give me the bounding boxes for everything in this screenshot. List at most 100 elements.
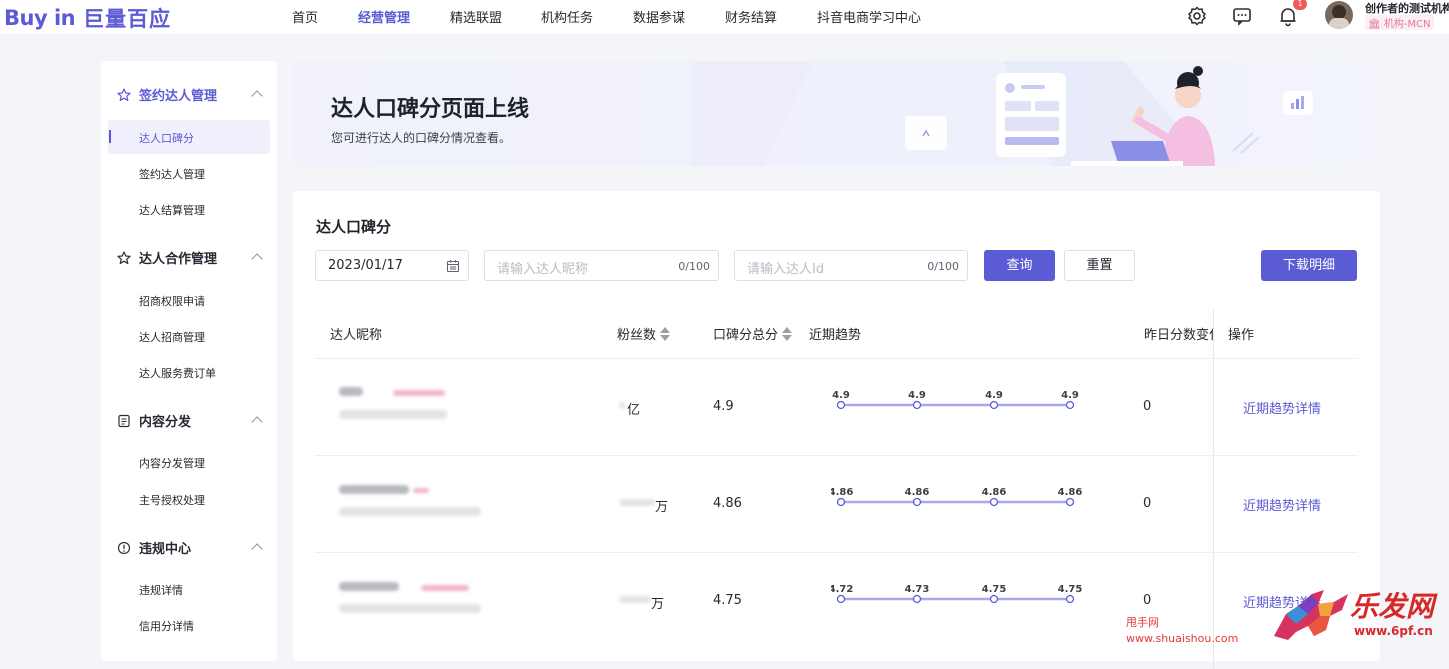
download-button[interactable]: 下载明细 <box>1261 250 1357 281</box>
sort-icon[interactable] <box>782 326 793 341</box>
sidebar-item-permission[interactable]: 招商权限申请 <box>139 293 205 309</box>
fixed-column-divider <box>1213 309 1214 669</box>
trend-sparkline: 4.86 4.86 4.86 4.86 <box>831 488 1083 507</box>
sidebar-group-violation[interactable]: 违规中心 <box>117 538 191 557</box>
blurred-nickname <box>413 488 429 493</box>
banner-illustration <box>693 61 1313 166</box>
nav-item-finance[interactable]: 财务结算 <box>725 7 777 26</box>
blurred-nickname <box>339 582 399 591</box>
panel-title: 达人口碑分 <box>316 218 392 236</box>
trend-sparkline: 4.72 4.73 4.75 4.75 <box>831 585 1082 604</box>
nav-item-tasks[interactable]: 机构任务 <box>541 7 593 26</box>
sidebar-group-label: 签约达人管理 <box>139 89 218 104</box>
column-header-action: 操作 <box>1228 324 1254 343</box>
nav-item-alliance[interactable]: 精选联盟 <box>450 7 502 26</box>
nickname-placeholder: 请输入达人昵称 <box>497 262 589 277</box>
fans-unit: 万 <box>655 500 669 515</box>
message-icon[interactable] <box>1231 5 1253 27</box>
banner-subtitle: 您可进行达人的口碑分情况查看。 <box>331 131 512 145</box>
star-icon <box>117 87 131 101</box>
trend-point-label: 4.9 <box>832 391 850 401</box>
trend-point <box>836 594 846 604</box>
trend-sparkline: 4.9 4.9 4.9 4.9 <box>832 391 1079 410</box>
trend-point-label: 4.73 <box>905 585 930 595</box>
column-label: 达人昵称 <box>330 328 383 343</box>
user-role-badge: 🏛 机构-MCN <box>1365 15 1434 30</box>
sidebar-item-credit-detail[interactable]: 信用分详情 <box>139 618 194 634</box>
sidebar-group-content[interactable]: 内容分发 <box>117 411 191 430</box>
sidebar-item-reputation[interactable]: 达人口碑分 <box>139 130 194 146</box>
sidebar-item-service-orders[interactable]: 达人服务费订单 <box>139 365 216 381</box>
column-header-score[interactable]: 口碑分总分 <box>713 324 793 343</box>
nav-item-business[interactable]: 经营管理 <box>358 7 410 26</box>
trend-detail-link[interactable]: 近期趋势详情 <box>1243 398 1321 417</box>
sidebar-group-cooperation[interactable]: 达人合作管理 <box>117 248 217 267</box>
column-header-fans[interactable]: 粉丝数 <box>617 324 671 343</box>
trend-point-label: 4.86 <box>982 488 1007 498</box>
blurred-fans <box>619 402 625 409</box>
calendar-icon[interactable] <box>446 259 460 273</box>
chevron-up-icon[interactable] <box>251 90 263 102</box>
brand-logo[interactable]: Buy in 巨量百应 <box>4 3 171 33</box>
date-picker[interactable]: 2023/01/17 <box>315 250 469 281</box>
notification-badge: 1 <box>1293 0 1307 10</box>
blurred-nickname <box>339 387 363 396</box>
chevron-up-icon[interactable] <box>251 253 263 265</box>
blurred-nickname <box>393 390 445 396</box>
star-outline-icon <box>117 250 131 264</box>
trend-point <box>1065 497 1075 507</box>
score-change: 0 <box>1143 496 1152 511</box>
sidebar-group-label: 违规中心 <box>139 542 192 557</box>
trend-point <box>1065 400 1075 410</box>
sidebar-group-label: 达人合作管理 <box>139 252 218 267</box>
trend-point <box>989 594 999 604</box>
trend-point-label: 4.9 <box>908 391 926 401</box>
row-divider <box>315 552 1358 553</box>
nav-item-learning[interactable]: 抖音电商学习中心 <box>817 7 921 26</box>
logo-text-en: Buy in <box>4 6 76 30</box>
avatar[interactable] <box>1325 1 1353 29</box>
sort-icon[interactable] <box>660 326 671 341</box>
score-change: 0 <box>1143 593 1152 608</box>
sidebar-item-settlement[interactable]: 达人结算管理 <box>139 202 205 218</box>
nav-item-data[interactable]: 数据参谋 <box>633 7 685 26</box>
trend-detail-link[interactable]: 近期趋势详情 <box>1243 495 1321 514</box>
chevron-up-icon[interactable] <box>251 416 263 428</box>
reputation-panel: 达人口碑分 2023/01/17 请输入达人昵称 0/100 请输入达人Id 0… <box>293 191 1380 669</box>
settings-icon[interactable] <box>1186 5 1208 27</box>
reset-button[interactable]: 重置 <box>1064 250 1135 281</box>
top-navbar: Buy in 巨量百应 首页 经营管理 精选联盟 机构任务 数据参谋 财务结算 … <box>0 0 1449 34</box>
nav-item-home[interactable]: 首页 <box>292 7 318 26</box>
trend-point-label: 4.86 <box>831 488 853 498</box>
trend-point-label: 4.86 <box>1058 488 1083 498</box>
fans-unit: 亿 <box>627 403 641 418</box>
column-label: 口碑分总分 <box>713 328 779 343</box>
violation-icon <box>117 541 131 554</box>
watermark-brand: 乐发网 <box>1350 590 1435 623</box>
sidebar-item-distribution[interactable]: 内容分发管理 <box>139 455 205 471</box>
nickname-input[interactable]: 请输入达人昵称 0/100 <box>484 250 719 281</box>
trend-point <box>912 400 922 410</box>
trend-point-label: 4.75 <box>982 585 1007 595</box>
sidebar-item-authorization[interactable]: 主号授权处理 <box>139 492 205 508</box>
column-header-trend: 近期趋势 <box>809 324 861 343</box>
creator-id-input[interactable]: 请输入达人Id 0/100 <box>734 250 968 281</box>
sidebar-group-signed[interactable]: 签约达人管理 <box>117 85 217 104</box>
user-name[interactable]: 创作者的测试机构 <box>1365 0 1449 16</box>
trend-point <box>1065 594 1075 604</box>
blurred-fans <box>619 596 651 603</box>
row-divider <box>315 455 1358 456</box>
column-header-nickname: 达人昵称 <box>330 324 382 343</box>
trend-point <box>836 400 846 410</box>
announcement-banner: 达人口碑分页面上线 您可进行达人的口碑分情况查看。 <box>293 61 1380 166</box>
sidebar-item-signed-management[interactable]: 签约达人管理 <box>139 166 205 182</box>
query-button[interactable]: 查询 <box>984 250 1055 281</box>
date-value: 2023/01/17 <box>328 258 403 273</box>
column-header-change: 昨日分数变化 <box>1144 324 1214 343</box>
trend-point <box>912 497 922 507</box>
sidebar-item-recruit[interactable]: 达人招商管理 <box>139 329 205 345</box>
chevron-up-icon[interactable] <box>251 543 263 555</box>
blurred-creator-id <box>339 507 481 516</box>
watermark-text: 甩手网 <box>1126 616 1159 629</box>
sidebar-item-violation-detail[interactable]: 违规详情 <box>139 582 183 598</box>
